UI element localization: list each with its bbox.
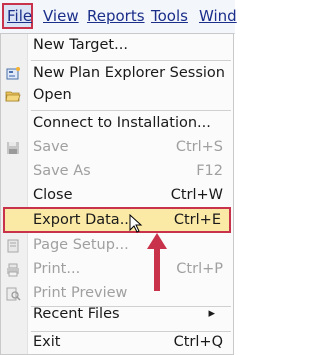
menu-item-label: New Plan Explorer Session <box>33 65 225 81</box>
print-preview-icon <box>6 287 21 301</box>
menu-item-recent-files[interactable]: Recent Files ▸ <box>1 304 233 326</box>
menu-item-shortcut: Ctrl+Q <box>173 334 223 350</box>
menu-item-new-plan-explorer[interactable]: New Plan Explorer Session <box>1 63 233 85</box>
menubar-reports[interactable]: Reports <box>87 7 145 25</box>
menubar-view[interactable]: View <box>43 7 79 25</box>
menubar-file-label: File <box>7 7 33 25</box>
menu-item-print[interactable]: Print... Ctrl+P <box>1 259 233 281</box>
menu-item-shortcut: Ctrl+W <box>170 187 223 203</box>
page-setup-icon <box>7 239 19 253</box>
menu-item-label: Page Setup... <box>33 237 129 253</box>
menu-item-exit[interactable]: Exit Ctrl+Q <box>1 332 233 354</box>
menu-item-label: Connect to Installation... <box>33 115 211 131</box>
menu-item-label: New Target... <box>33 37 128 53</box>
menu-item-print-preview[interactable]: Print Preview <box>1 283 233 305</box>
menu-item-close[interactable]: Close Ctrl+W <box>1 185 233 207</box>
separator <box>31 60 231 61</box>
separator <box>31 110 231 111</box>
menubar-window[interactable]: Wind <box>199 7 237 25</box>
submenu-arrow-icon: ▸ <box>208 306 215 321</box>
menu-item-shortcut: Ctrl+P <box>176 261 223 277</box>
menu-item-label: Open <box>33 87 72 103</box>
menu-item-label: Exit <box>33 334 61 350</box>
open-folder-icon <box>5 91 21 102</box>
menu-item-shortcut: F12 <box>196 163 223 179</box>
printer-icon <box>7 263 19 277</box>
menu-item-label: Save <box>33 139 69 155</box>
menu-item-save[interactable]: Save Ctrl+S <box>1 137 233 159</box>
annotation-arrow-icon <box>147 233 167 291</box>
menubar-tools[interactable]: Tools <box>151 7 188 25</box>
menubar-file[interactable]: File <box>2 3 33 29</box>
menu-item-shortcut: Ctrl+S <box>175 139 223 155</box>
save-disk-icon <box>7 142 19 154</box>
plan-explorer-icon <box>6 67 20 80</box>
menu-item-save-as[interactable]: Save As F12 <box>1 161 233 183</box>
menu-item-connect-installation[interactable]: Connect to Installation... <box>1 113 233 135</box>
file-menu: New Target... New Plan Explorer Session … <box>0 33 234 355</box>
menu-item-open[interactable]: Open <box>1 85 233 107</box>
menu-item-export-data[interactable]: Export Data... Ctrl+E <box>3 207 231 233</box>
menu-item-new-target[interactable]: New Target... <box>1 35 233 57</box>
menu-item-page-setup[interactable]: Page Setup... <box>1 235 233 257</box>
menu-item-label: Close <box>33 187 73 203</box>
menu-item-label: Save As <box>33 163 91 179</box>
menu-item-label: Print Preview <box>33 285 128 301</box>
menu-item-shortcut: Ctrl+E <box>173 212 221 228</box>
menu-item-label: Recent Files <box>33 306 120 322</box>
menu-item-label: Export Data... <box>33 212 134 228</box>
menu-item-label: Print... <box>33 261 81 277</box>
mouse-cursor-icon <box>129 214 143 233</box>
menu-bar: File View Reports Tools Wind <box>0 0 237 34</box>
